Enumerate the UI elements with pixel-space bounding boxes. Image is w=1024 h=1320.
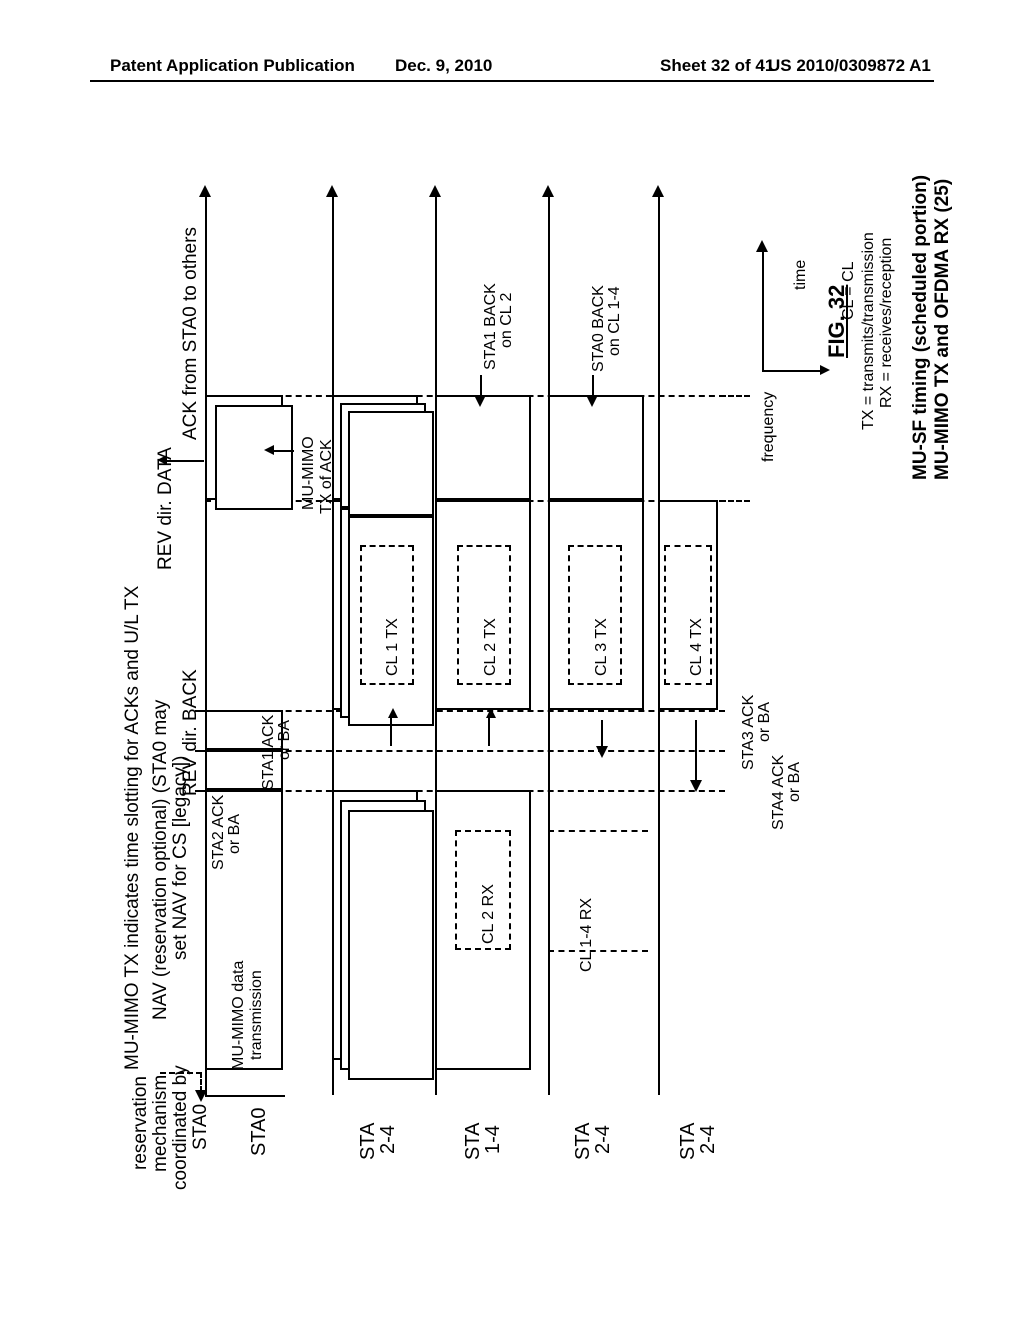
sta1back-arrow-icon (474, 395, 486, 407)
note-mumimo-line1: MU-MIMO TX indicates time slotting for A… (122, 586, 144, 1070)
lbl-cl2tx: CL 2 TX (482, 618, 500, 676)
lane-label-sta14b: 1-4 (482, 1125, 505, 1154)
legend-tx: TX = transmits/transmission (860, 232, 878, 430)
axis-time-line (762, 250, 764, 370)
axis-freq-arrow-icon (820, 365, 830, 375)
caption-b: MU-MIMO TX and OFDMA RX (25) (932, 179, 954, 480)
lbl-time: time (792, 260, 810, 290)
lbl-sta1back-b: on CL 2 (498, 293, 516, 348)
cl4-arrowdown-icon (690, 780, 702, 792)
lane-label-sta24a2: 2-4 (377, 1125, 400, 1154)
lbl-cl14rx: CL 1-4 RX (578, 898, 596, 972)
note-ack-others: ACK from STA0 to others (180, 227, 202, 440)
caption-a: MU-SF timing (scheduled portion) (910, 175, 932, 480)
l4-arrowhead-icon (652, 185, 664, 197)
dash-sched-top (720, 500, 750, 502)
l2-arrowhead-icon (429, 185, 441, 197)
dash-sched-mid (720, 395, 750, 397)
mmack-line (272, 450, 294, 452)
lbl-mumimo-data-a: MU-MIMO data (230, 961, 248, 1070)
mmack-arrow-icon (264, 445, 274, 455)
cl1-arrow-icon (388, 708, 398, 718)
sta0back-arrow-icon (586, 395, 598, 407)
figure-label: FIG. 32 (824, 285, 850, 358)
note-reservation-d: STA0 (190, 1104, 212, 1150)
box-back-c (548, 395, 644, 500)
cl2-arrowline (488, 718, 490, 746)
lbl-cl2rx: CL 2 RX (480, 884, 498, 944)
res-dash2 (200, 1072, 202, 1092)
hdr-sheet: Sheet 32 of 41 (660, 56, 774, 76)
res-dash1 (160, 1072, 202, 1074)
header-divider (90, 80, 934, 82)
hdr-left: Patent Application Publication (110, 56, 355, 76)
note-rev-back: REV dir. BACK (180, 669, 202, 796)
hdr-pubnum: US 2010/0309872 A1 (768, 56, 931, 76)
hdr-center: Dec. 9, 2010 (395, 56, 492, 76)
lbl-sta4ack-b: or BA (786, 762, 804, 802)
res-arrow-icon (195, 1090, 207, 1102)
diagram-canvas: STA0 STA 2-4 STA 1-4 STA 2-4 STA 2-4 MU-… (100, 150, 924, 1200)
axis-time-arrow-icon (756, 240, 768, 252)
cl14-dashb (548, 950, 648, 952)
note-reservation-b: mechanism (150, 1075, 172, 1172)
note-nav-line2: NAV (reservation optional) (STA0 may (150, 700, 172, 1020)
lbl-cl4tx: CL 4 TX (688, 618, 706, 676)
l3-arrowhead-icon (542, 185, 554, 197)
lbl-cl3tx: CL 3 TX (593, 618, 611, 676)
legend-rx: RX = receives/reception (878, 238, 896, 408)
cl4-arrowline (695, 720, 697, 782)
sta0back-arrowline (592, 375, 594, 397)
axis-freq-line (762, 370, 822, 372)
lbl-mumimo-ack-a: MU-MIMO (300, 436, 318, 510)
lbl-sta1ack-b: or BA (276, 720, 294, 760)
cl2-arrow-icon (486, 708, 496, 718)
box-back-b (435, 395, 531, 500)
cl3-arrowdown-icon (596, 746, 608, 758)
cl3-arrowline (601, 720, 603, 748)
ack-others-arrow-icon (157, 455, 167, 465)
note-rev-data: REV dir. DATA (155, 447, 177, 570)
note-reservation-c: coordinated by (170, 1065, 192, 1190)
cl1-arrowline (390, 718, 392, 746)
lbl-sta0back-b: on CL 1-4 (606, 286, 624, 356)
lane-label-sta24bb: 2-4 (592, 1125, 615, 1154)
lbl-frequency: frequency (760, 392, 778, 462)
cl14-dasht (548, 830, 648, 832)
ack-others-line (162, 460, 204, 462)
note-reservation-a: reservation (130, 1076, 152, 1170)
box-mumimo-ack-stack (215, 405, 293, 510)
dash-nav-top (205, 710, 725, 712)
lbl-mumimo-data-b: transmission (248, 970, 266, 1060)
box-rx-outer3 (348, 810, 434, 1080)
sta1back-arrowline (480, 375, 482, 397)
sta0-arrowhead-icon (199, 185, 211, 197)
lbl-sta2ack-b: or BA (226, 814, 244, 854)
lane-label-sta0: STA0 (248, 1107, 271, 1156)
sta0-axis (205, 1095, 285, 1097)
lane-label-sta24cb: 2-4 (697, 1125, 720, 1154)
lbl-cl1tx: CL 1 TX (384, 618, 402, 676)
l1-arrowhead-icon (326, 185, 338, 197)
lbl-sta3ack-b: or BA (756, 702, 774, 742)
box-back-a3 (348, 411, 434, 516)
